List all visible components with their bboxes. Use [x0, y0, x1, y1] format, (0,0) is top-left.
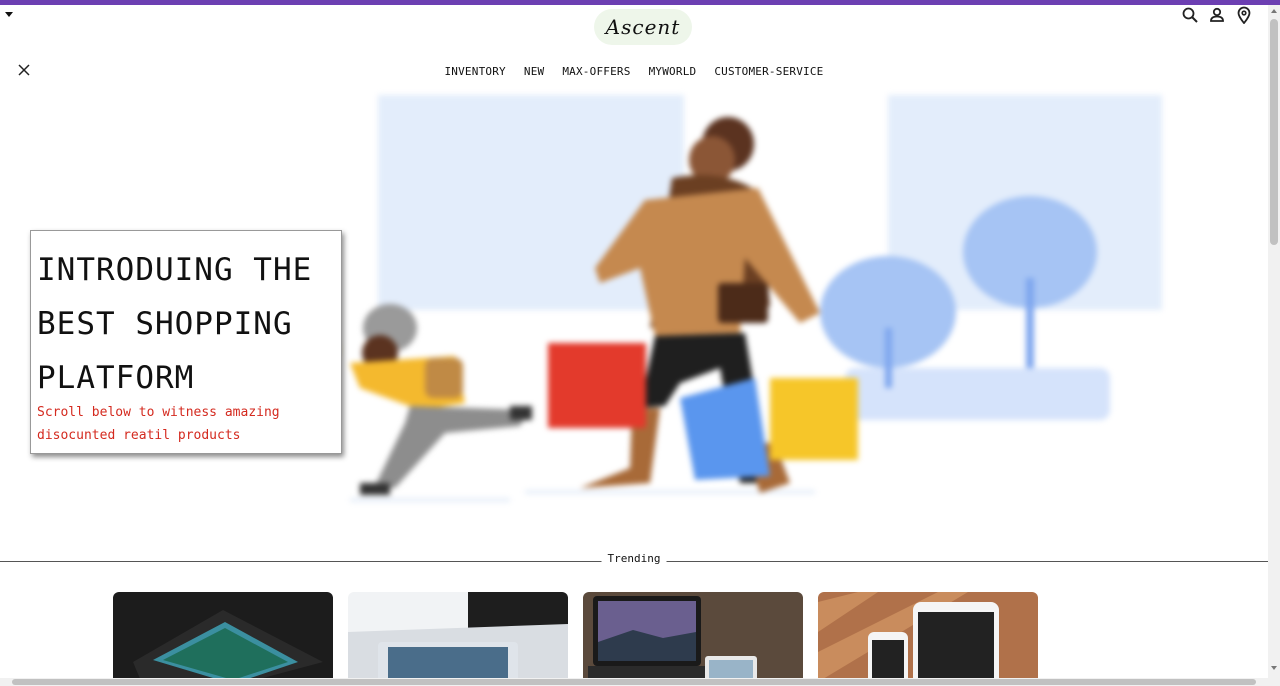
search-icon[interactable] — [1181, 6, 1199, 24]
scroll-down-arrow-icon[interactable] — [1271, 666, 1277, 670]
horizontal-scrollbar-thumb[interactable] — [12, 679, 1256, 685]
macbook-image — [583, 592, 803, 686]
nav-item-new[interactable]: NEW — [524, 65, 544, 78]
product-card-laptop[interactable] — [348, 592, 568, 686]
main-nav: INVENTORY NEW MAX-OFFERS MYWORLD CUSTOME… — [0, 65, 1268, 78]
hero-title: INTRODUING THE BEST SHOPPING PLATFORM — [37, 252, 313, 396]
scrollbar-thumb[interactable] — [1270, 19, 1278, 245]
trending-cards — [113, 592, 1038, 686]
horizontal-scrollbar[interactable] — [0, 678, 1268, 686]
laptop-image — [348, 592, 568, 686]
product-card-phone-tablet[interactable] — [818, 592, 1038, 686]
user-icon[interactable] — [1208, 6, 1226, 24]
location-pin-icon[interactable] — [1235, 6, 1253, 24]
brand-logo[interactable]: Ascent — [594, 9, 692, 45]
nav-item-inventory[interactable]: INVENTORY — [444, 65, 505, 78]
nav-item-customer-service[interactable]: CUSTOMER-SERVICE — [714, 65, 823, 78]
hero-subtitle: Scroll below to witness amazing disocunt… — [37, 405, 280, 443]
trending-divider: Trending — [0, 552, 1268, 568]
phone-tablet-image — [818, 592, 1038, 686]
dropdown-caret-icon[interactable] — [5, 12, 13, 17]
nav-item-myworld[interactable]: MYWORLD — [649, 65, 697, 78]
top-accent-bar — [0, 0, 1280, 5]
nav-item-max-offers[interactable]: MAX-OFFERS — [562, 65, 630, 78]
product-card-tablet[interactable] — [113, 592, 333, 686]
vertical-scrollbar[interactable] — [1268, 5, 1280, 686]
intro-card: INTRODUING THE BEST SHOPPING PLATFORM Sc… — [30, 230, 342, 454]
tablet-image — [113, 592, 333, 686]
scroll-up-arrow-icon[interactable] — [1271, 9, 1277, 13]
brand-logo-text: Ascent — [605, 15, 681, 39]
product-card-macbook[interactable] — [583, 592, 803, 686]
trending-label: Trending — [601, 552, 667, 565]
hero-banner: INTRODUING THE BEST SHOPPING PLATFORM Sc… — [0, 88, 1268, 518]
